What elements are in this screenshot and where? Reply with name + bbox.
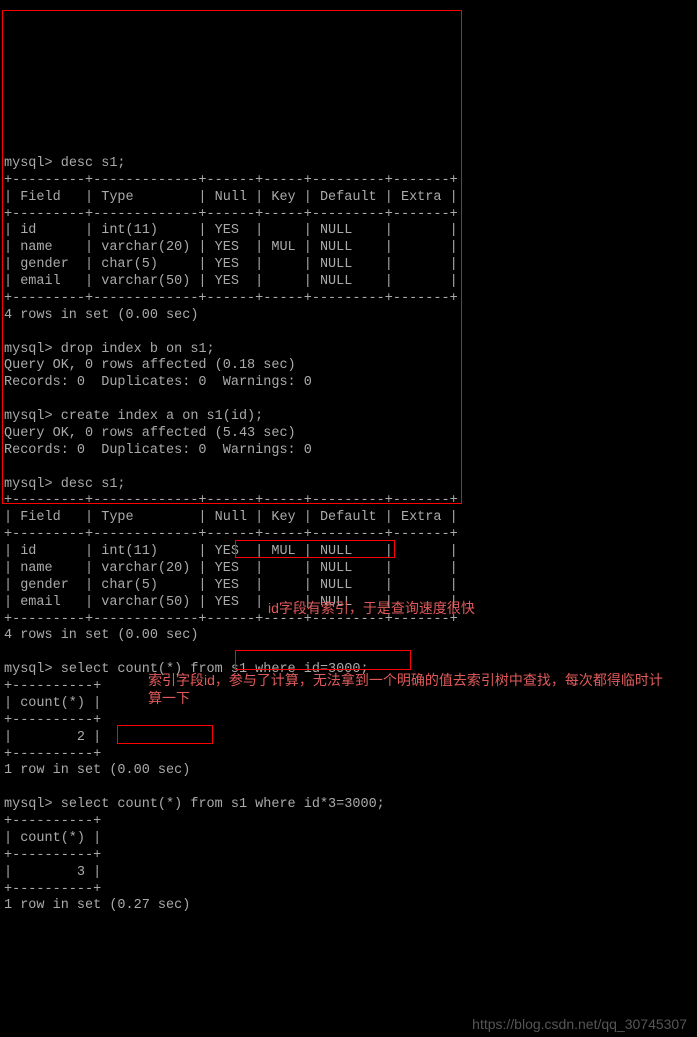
highlight-box-main — [2, 10, 462, 504]
highlight-box-time — [117, 725, 213, 744]
highlight-box-where1 — [235, 540, 395, 558]
annotation-calc: 索引字段id，参与了计算，无法拿到一个明确的值去索引树中查找，每次都得临时计算一… — [148, 672, 668, 707]
watermark: https://blog.csdn.net/qq_30745307 — [472, 1016, 687, 1034]
highlight-box-where2 — [235, 650, 411, 670]
annotation-fast: id字段有索引，于是查询速度很快 — [268, 600, 475, 618]
